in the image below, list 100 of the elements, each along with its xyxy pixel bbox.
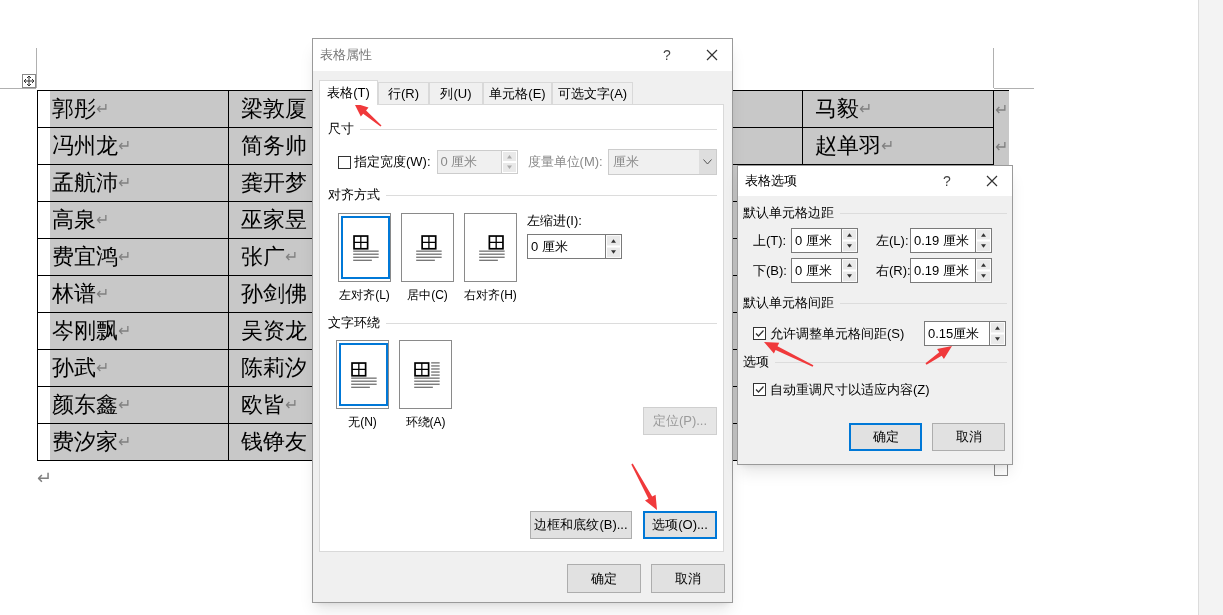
field-label: 右(R): — [876, 261, 910, 280]
cell-text: 陈莉汐 — [241, 357, 307, 379]
paragraph-mark: ↵ — [118, 249, 131, 265]
paragraph-mark: ↵ — [285, 397, 298, 413]
spinner-icon — [975, 228, 992, 253]
tab[interactable]: 行(R) — [378, 82, 429, 104]
paragraph-mark: ↵ — [859, 101, 872, 117]
cell-text: 马毅 — [815, 98, 859, 120]
paragraph-mark: ↵ — [96, 286, 109, 302]
paragraph-mark: ↵ — [995, 101, 1008, 118]
spinner-icon — [500, 150, 518, 174]
cell-text: 简务帅 — [241, 135, 307, 157]
paragraph-mark: ↵ — [96, 212, 109, 228]
layout-option[interactable] — [338, 213, 391, 282]
close-button[interactable] — [704, 47, 720, 63]
paragraph-mark: ↵ — [118, 138, 131, 154]
tab[interactable]: 可选文字(A) — [552, 82, 633, 104]
cell-text: 赵单羽 — [815, 135, 881, 157]
spinner-icon — [975, 258, 992, 283]
help-button[interactable]: ? — [943, 170, 951, 192]
cell-text: 冯州龙 — [52, 135, 118, 157]
dialog-button[interactable]: 确定 — [567, 564, 641, 593]
layout-option[interactable] — [464, 213, 517, 282]
layout-option[interactable] — [399, 340, 452, 409]
field-label: 左(L): — [876, 231, 910, 250]
cell-text: 孙剑佛 — [241, 283, 307, 305]
cell-text: 龚开梦 — [241, 172, 307, 194]
paragraph-mark: ↵ — [96, 360, 109, 376]
paragraph-mark: ↵ — [881, 138, 894, 154]
option-label: 环绕(A) — [405, 414, 446, 430]
cell-text: 颜东鑫 — [52, 394, 118, 416]
cell-text: 吴资龙 — [241, 320, 307, 342]
checkbox[interactable] — [338, 155, 351, 169]
checkbox-label: 允许调整单元格间距(S) — [770, 324, 905, 343]
dropdown-caret-icon — [698, 150, 716, 174]
annotation-arrow — [354, 103, 382, 127]
close-button[interactable] — [984, 173, 1000, 189]
cell-text: 费宜鸿 — [52, 246, 118, 268]
section-heading: 默认单元格边距 — [743, 204, 834, 223]
close-icon — [706, 49, 718, 61]
dialog-button[interactable]: 选项(O)... — [643, 511, 717, 539]
checkbox-label: 指定宽度(W): — [354, 153, 431, 172]
paragraph-mark: ↵ — [995, 138, 1008, 155]
cell-text: 钱铮友 — [241, 431, 307, 453]
paragraph-mark: ↵ — [118, 397, 131, 413]
spinner-icon — [841, 258, 858, 283]
field-label: 度量单位(M): — [527, 153, 603, 172]
dropdown-value: 厘米 — [612, 153, 639, 172]
cell-text: 巫家昱 — [241, 209, 307, 231]
checkbox[interactable] — [753, 327, 766, 340]
tab[interactable]: 列(U) — [429, 82, 483, 104]
cell-text: 孙武 — [52, 357, 96, 379]
tab[interactable]: 单元格(E) — [483, 82, 552, 104]
spinner-icon — [841, 228, 858, 253]
cell-text: 费汐家 — [52, 431, 118, 453]
dialog-title: 表格属性 — [320, 46, 372, 65]
spinner-icon — [605, 234, 622, 259]
section-heading: 默认单元格间距 — [743, 294, 834, 313]
option-label: 无(N) — [348, 414, 377, 430]
paragraph-mark: ↵ — [118, 323, 131, 339]
paragraph-mark: ↵ — [118, 175, 131, 191]
cell-text: 高泉 — [52, 209, 96, 231]
spinner-icon — [989, 321, 1006, 346]
checkbox-label: 自动重调尺寸以适应内容(Z) — [770, 381, 930, 399]
layout-option[interactable] — [401, 213, 454, 282]
dialog-button[interactable]: 边框和底纹(B)... — [530, 511, 632, 539]
paragraph-mark: ↵ — [37, 469, 52, 487]
cell-text: 张广 — [241, 246, 285, 268]
section-heading: 对齐方式 — [328, 186, 380, 205]
field-label: 上(T): — [753, 231, 788, 250]
field-label: 下(B): — [753, 261, 788, 280]
section-heading: 文字环绕 — [328, 314, 380, 333]
paragraph-mark: ↵ — [118, 434, 131, 450]
option-label: 右对齐(H) — [464, 287, 517, 303]
cell-text: 孟航沛 — [52, 172, 118, 194]
move-handle-icon — [22, 74, 36, 88]
scrollbar[interactable] — [1198, 0, 1223, 615]
dialog-button[interactable]: 取消 — [932, 422, 1005, 451]
annotation-arrow — [631, 463, 657, 510]
layout-option[interactable] — [336, 340, 389, 409]
annotation-arrow — [925, 346, 952, 365]
cell-text: 林谱 — [52, 283, 96, 305]
section-heading: 选项 — [743, 353, 769, 372]
checkbox[interactable] — [753, 383, 766, 397]
option-label: 左对齐(L) — [339, 287, 390, 303]
paragraph-mark: ↵ — [285, 249, 298, 265]
help-button[interactable]: ? — [663, 44, 671, 66]
tab[interactable]: 表格(T) — [319, 80, 378, 105]
section-heading: 尺寸 — [328, 120, 354, 139]
option-label: 居中(C) — [407, 287, 448, 303]
close-icon — [986, 175, 998, 187]
dialog-button[interactable]: 取消 — [651, 564, 725, 593]
cell-text: 郭彤 — [52, 98, 96, 120]
paragraph-mark: ↵ — [96, 101, 109, 117]
dialog-button[interactable]: 确定 — [849, 422, 922, 451]
field-label: 左缩进(I): — [527, 213, 583, 229]
cell-text: 梁敦厦 — [241, 98, 307, 120]
cell-text: 欧皆 — [241, 394, 285, 416]
dialog-title: 表格选项 — [745, 172, 797, 191]
cell-text: 岑刚飘 — [52, 320, 118, 342]
